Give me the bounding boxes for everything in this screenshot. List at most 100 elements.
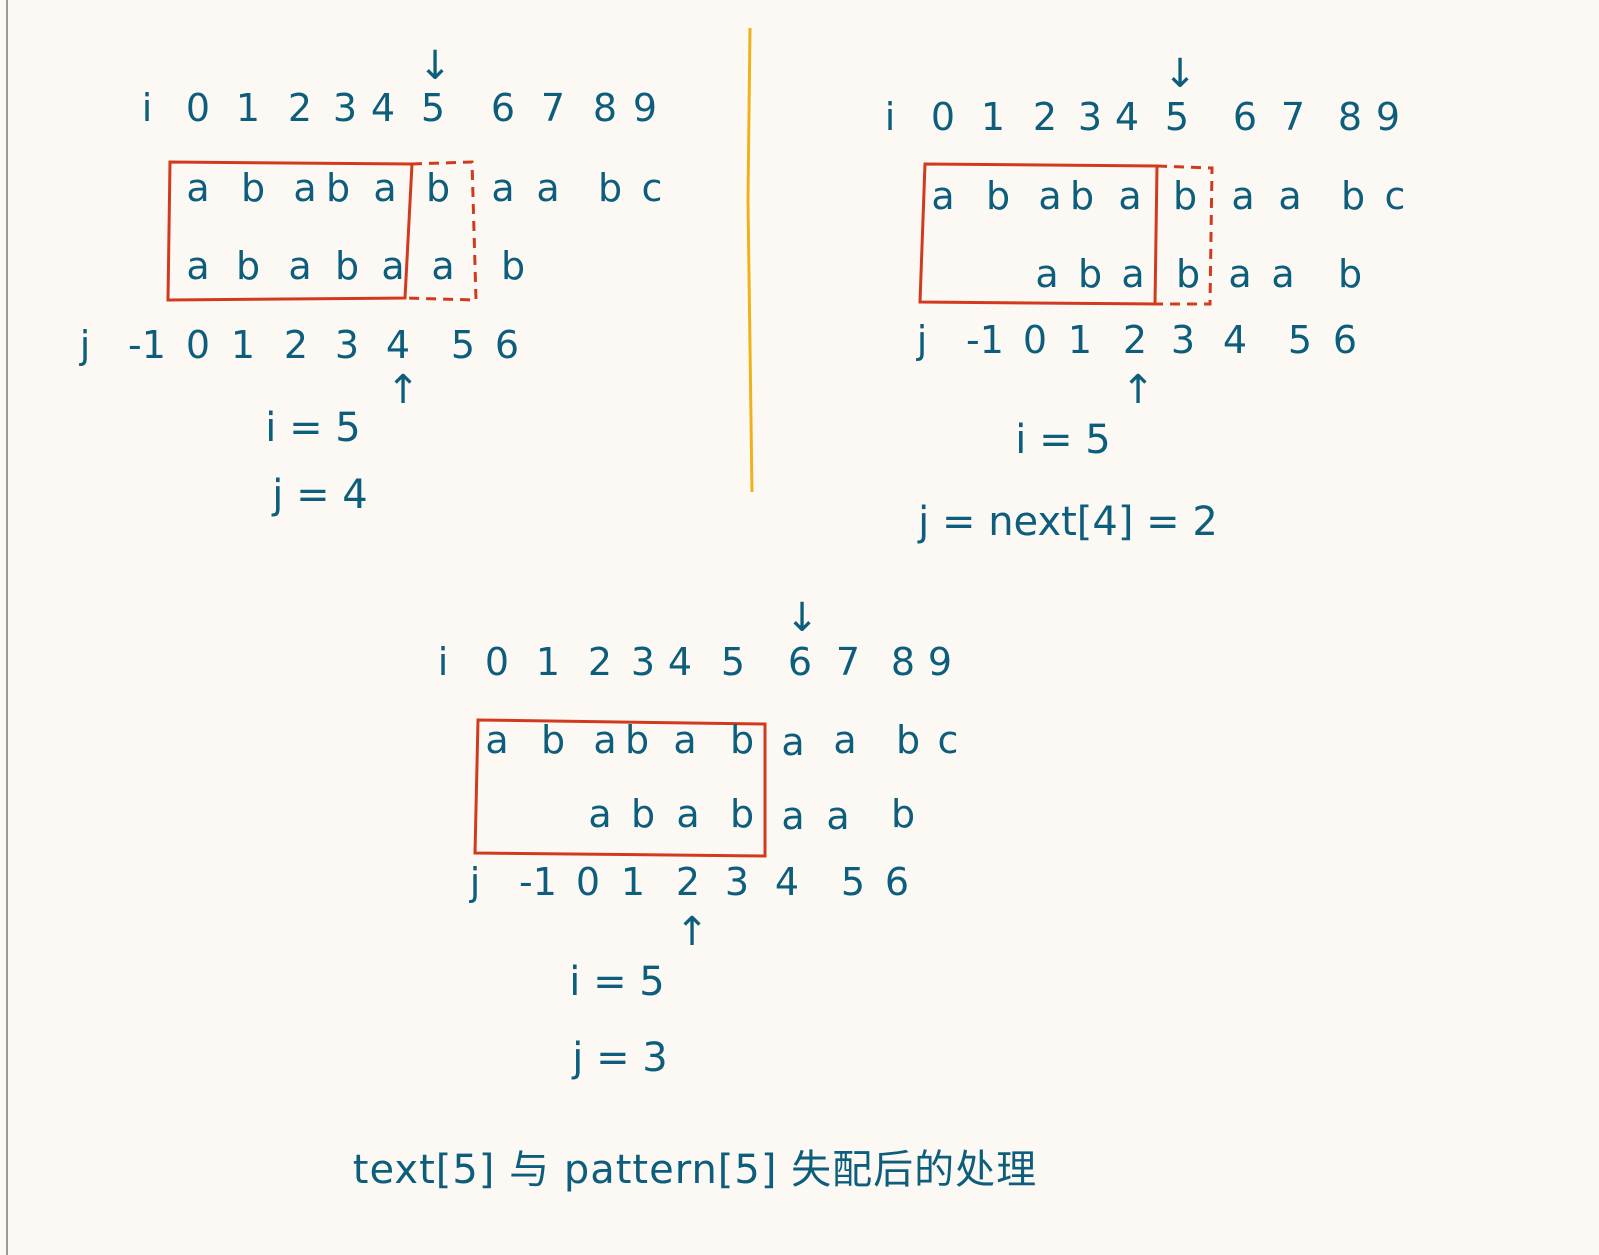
panel3-pattern-char: b (890, 792, 916, 836)
panel1-pattern-char: a (288, 244, 312, 288)
panel2-i-index: 9 (1375, 95, 1401, 139)
panel3-text-char: a (593, 718, 617, 762)
panel2-j-label: j (916, 318, 928, 362)
panel1-j-index: -1 (128, 323, 166, 367)
panel3-pattern-char: a (588, 792, 612, 836)
panel3-i-label: i (437, 640, 449, 684)
panel1-j-value: j = 4 (272, 472, 368, 518)
panel3-i-index: 1 (535, 640, 561, 684)
panel2-i-index: 0 (930, 95, 956, 139)
panel3-i-index: 5 (720, 640, 746, 684)
panel3-pattern-char: a (781, 794, 805, 838)
panel1-text-char: a (186, 166, 210, 210)
panel1-j-label: j (79, 323, 91, 367)
panel3-j-value: j = 3 (572, 1035, 668, 1081)
panel2-i-index: 2 (1032, 95, 1058, 139)
panel2-i-index: 6 (1232, 95, 1258, 139)
panel3-pattern-char: b (630, 792, 656, 836)
panel2-j-index: -1 (966, 318, 1004, 362)
panel1-j-index: 1 (230, 323, 256, 367)
panel2-text-char: c (1384, 174, 1406, 218)
panel2-i-index: 4 (1114, 95, 1140, 139)
panel2-text-char: a (1118, 174, 1142, 218)
panel3-j-pointer-arrow: ↑ (675, 909, 709, 955)
panel1-j-pointer-arrow: ↑ (386, 367, 420, 413)
panel2-j-index: 0 (1022, 318, 1048, 362)
panel1-i-index: 7 (540, 86, 566, 130)
panel2-j-index: 2 (1122, 318, 1148, 362)
panel2-pattern-char: b (1175, 252, 1201, 296)
panel3-j-index: 1 (620, 860, 646, 904)
panel1-i-index: 8 (592, 86, 618, 130)
panel2-j-index: 1 (1067, 318, 1093, 362)
caption: text[5] 与 pattern[5] 失配后的处理 (352, 1147, 1038, 1193)
panel1-i-index: 3 (332, 86, 358, 130)
panel2-j-value: j = next[4] = 2 (918, 499, 1218, 545)
panel2-j-index: 3 (1170, 318, 1196, 362)
panel1-i-index: 0 (185, 86, 211, 130)
panel3-text-char: b (895, 718, 921, 762)
panel2-text-char: b (985, 174, 1011, 218)
panel3-text-char: a (833, 718, 857, 762)
panel1-text-char: b (240, 166, 266, 210)
panel3-i-index: 0 (484, 640, 510, 684)
panel3-text-char: b (540, 718, 566, 762)
panel3-j-index: 0 (575, 860, 601, 904)
panel2-i-label: i (884, 95, 896, 139)
panel2-j-index: 4 (1222, 318, 1248, 362)
panel3-text-char: b (729, 718, 755, 762)
panel2-i-index: 1 (980, 95, 1006, 139)
panel2-text-char: a (1038, 174, 1062, 218)
panel2-j-index: 6 (1332, 318, 1358, 362)
panel1-text-char: a (536, 166, 560, 210)
panel1-j-index: 0 (185, 323, 211, 367)
panel1-j-index: 5 (450, 323, 476, 367)
panel2-i-index: 7 (1280, 95, 1306, 139)
panel1-i-index: 9 (632, 86, 658, 130)
panel2-pattern-char: a (1035, 252, 1059, 296)
panel3-i-index: 2 (587, 640, 613, 684)
panel3-pattern-char: b (729, 792, 755, 836)
panel1-j-index: 6 (494, 323, 520, 367)
panel3-j-index: 4 (774, 860, 800, 904)
panel1-text-char: a (373, 166, 397, 210)
panel3-i-index: 9 (927, 640, 953, 684)
panel1-text-char: c (641, 166, 663, 210)
panel1-pattern-char: a (431, 244, 455, 288)
panel2-text-char: a (1231, 174, 1255, 218)
panel3-i-pointer-arrow: ↓ (785, 595, 819, 641)
panel1-i-label: i (141, 86, 153, 130)
panel3-i-value: i = 5 (569, 959, 665, 1005)
panel2-pattern-char: a (1121, 252, 1145, 296)
panel1-pattern-char: b (235, 244, 261, 288)
panel2-text-char: a (1278, 174, 1302, 218)
panel2-pattern-char: a (1271, 252, 1295, 296)
panel-divider-line (746, 27, 754, 493)
panel2-i-index: 3 (1077, 95, 1103, 139)
panel3-text-char: a (673, 718, 697, 762)
panel3-text-char: a (485, 718, 509, 762)
panel3-match-box (473, 718, 767, 858)
panel2-text-char: b (1340, 174, 1366, 218)
panel2-i-pointer-arrow: ↓ (1163, 51, 1197, 97)
panel3-pattern-char: a (676, 792, 700, 836)
panel1-j-index: 3 (334, 323, 360, 367)
panel1-i-index: 6 (490, 86, 516, 130)
panel1-text-char: a (491, 166, 515, 210)
panel3-j-index: -1 (519, 860, 557, 904)
whiteboard-canvas: i 0 1 2 3 4 5 6 7 8 9 ↓ a b a b a b a a … (0, 0, 1599, 1255)
panel3-i-index: 8 (890, 640, 916, 684)
panel3-j-index: 5 (840, 860, 866, 904)
panel2-pattern-char: b (1337, 252, 1363, 296)
panel2-i-index: 5 (1164, 95, 1190, 139)
panel3-pattern-char: a (826, 794, 850, 838)
panel3-j-label: j (469, 860, 481, 904)
panel2-i-value: i = 5 (1015, 417, 1111, 463)
panel1-i-value: i = 5 (265, 405, 361, 451)
panel3-i-index: 4 (667, 640, 693, 684)
panel1-text-char: a (293, 166, 317, 210)
panel1-i-pointer-arrow: ↓ (418, 43, 452, 89)
panel2-j-index: 5 (1287, 318, 1313, 362)
panel3-j-index: 3 (724, 860, 750, 904)
panel3-i-index: 7 (835, 640, 861, 684)
